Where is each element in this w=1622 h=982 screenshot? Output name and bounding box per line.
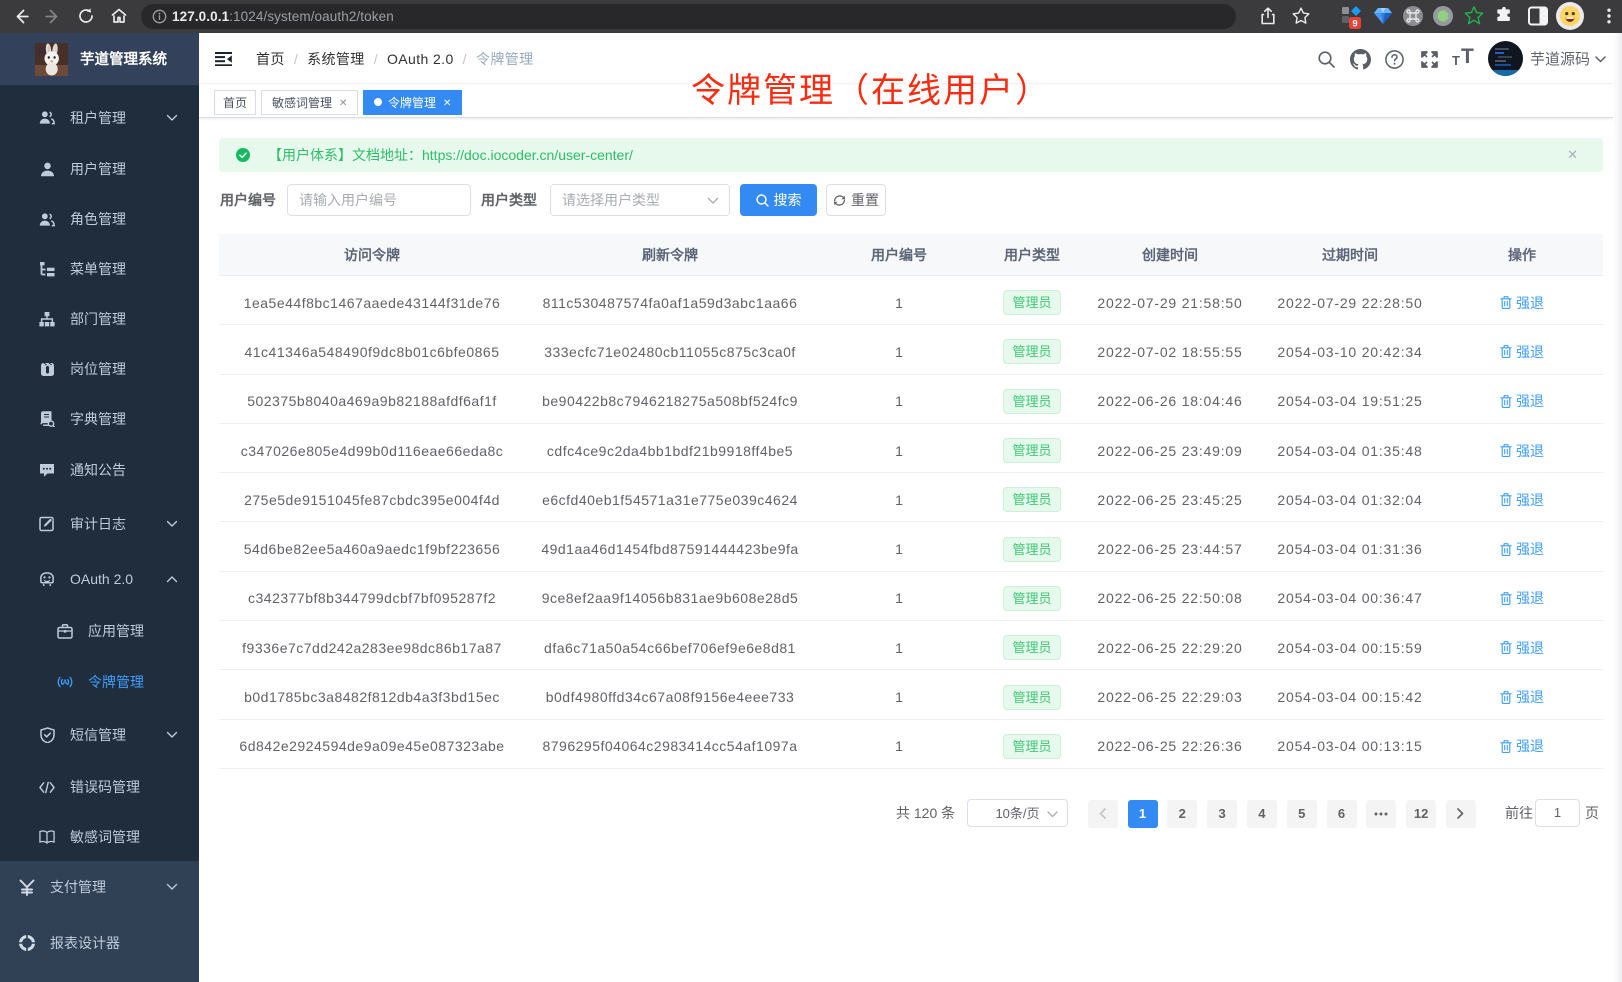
svg-text:9: 9	[1352, 19, 1357, 30]
svg-text:A: A	[62, 679, 67, 686]
